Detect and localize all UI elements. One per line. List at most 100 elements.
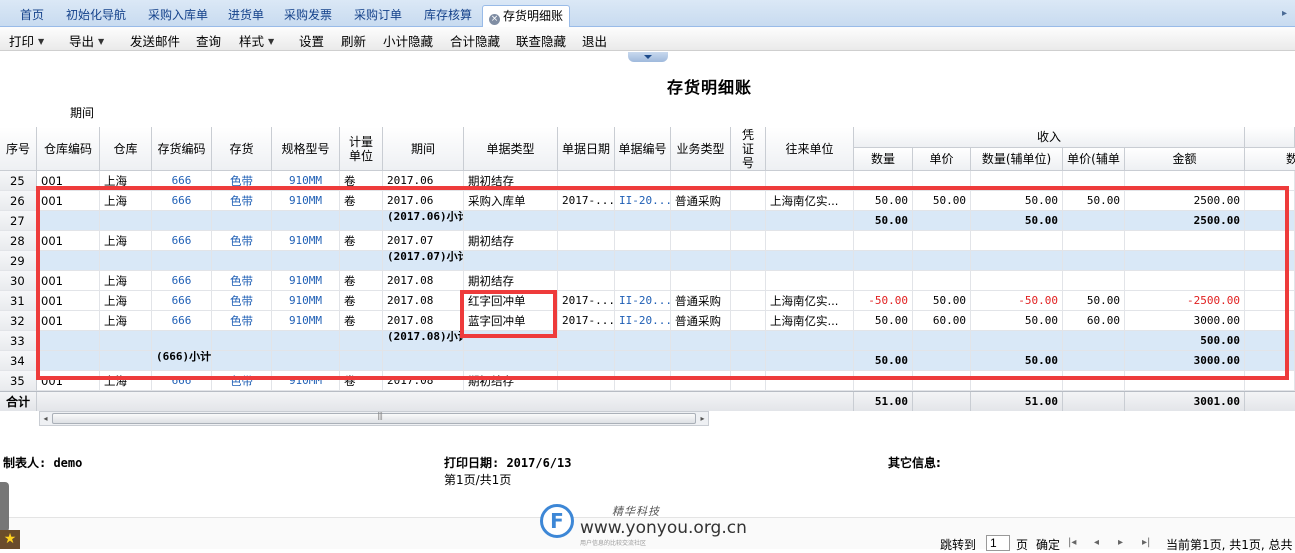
cell-biz: 普通采购 <box>671 291 731 311</box>
cell-next <box>1245 271 1295 291</box>
total-hide-button[interactable]: 合计隐藏 <box>450 31 500 50</box>
tab-stock-in[interactable]: 进货单 <box>220 5 272 27</box>
prev-page-icon[interactable]: ◂ <box>1094 537 1099 548</box>
col-next-header[interactable]: 数 <box>1245 148 1295 171</box>
table-row[interactable]: 30 001 上海 666 色带 910MM 卷 2017.08 期初结存 <box>0 271 1295 291</box>
cell-pa <box>1063 271 1125 291</box>
cell-doc: 红字回冲单 <box>464 291 558 311</box>
first-page-icon[interactable]: |◂ <box>1068 537 1076 548</box>
cell-inv <box>152 331 212 351</box>
col-qty-header[interactable]: 数量 <box>854 148 913 171</box>
col-seq-header[interactable]: 序号 <box>0 127 37 171</box>
cell-doc: 期初结存 <box>464 171 558 191</box>
subtotal-row[interactable]: 29 (2017.07)小计: <box>0 251 1295 271</box>
cell-qty: -50.00 <box>854 291 913 311</box>
close-icon[interactable]: × <box>488 14 500 25</box>
cell-wh: 001 <box>37 311 100 331</box>
cell-invn: 色带 <box>212 291 272 311</box>
total-label: 合计 <box>0 392 37 411</box>
cell-partner <box>766 211 854 231</box>
style-button[interactable]: 样式 ▼ <box>239 31 274 50</box>
cell-qty <box>854 331 913 351</box>
table-row[interactable]: 35 001 上海 666 色带 910MM 卷 2017.08 期初结存 <box>0 371 1295 391</box>
tab-scroll-right-icon[interactable]: ▸ <box>1282 7 1292 21</box>
tab-purchase-order[interactable]: 采购订单 <box>346 5 410 27</box>
watermark: F 精华科技 www.yonyou.org.cn 用户信息的比较交流社区 <box>540 500 760 547</box>
col-doc-date-header[interactable]: 单据日期 <box>558 127 615 171</box>
tab-init-nav[interactable]: 初始化导航 <box>58 5 134 27</box>
refresh-button[interactable]: 刷新 <box>341 31 366 50</box>
tab-purchase-invoice[interactable]: 采购发票 <box>276 5 340 27</box>
cell-qa: -50.00 <box>971 291 1063 311</box>
col-doc-no-header[interactable]: 单据编号 <box>615 127 671 171</box>
subtotal-row[interactable]: 27 (2017.06)小计: 50.00 50.00 2500.00 <box>0 211 1295 231</box>
settings-button[interactable]: 设置 <box>299 31 324 50</box>
cell-invn: 色带 <box>212 371 272 391</box>
row-number: 25 <box>0 171 37 191</box>
col-partner-header[interactable]: 往来单位 <box>766 127 854 171</box>
cell-next <box>1245 351 1295 371</box>
cell-partner: 上海南亿实... <box>766 311 854 331</box>
col-price-header[interactable]: 单价 <box>913 148 971 171</box>
col-unit-header[interactable]: 计量单位 <box>340 127 383 171</box>
cell-partner <box>766 171 854 191</box>
col-voucher-header[interactable]: 凭证号 <box>731 127 766 171</box>
cell-whn <box>100 211 152 231</box>
col-inventory-header[interactable]: 存货 <box>212 127 272 171</box>
cell-period: 2017.08 <box>383 271 464 291</box>
col-period-header[interactable]: 期间 <box>383 127 464 171</box>
scroll-thumb[interactable] <box>52 411 696 424</box>
cell-unit: 卷 <box>340 311 383 331</box>
col-warehouse-header[interactable]: 仓库 <box>100 127 152 171</box>
cell-biz <box>671 231 731 251</box>
table-row[interactable]: 32 001 上海 666 色带 910MM 卷 2017.08 蓝字回冲单 2017-... II… <box>0 311 1295 331</box>
confirm-button[interactable]: 确定 <box>1036 536 1060 553</box>
table-row[interactable]: 26 001 上海 666 色带 910MM 卷 2017.06 采购入库单 2017-... II… <box>0 191 1295 211</box>
cell-no <box>615 171 671 191</box>
col-biz-type-header[interactable]: 业务类型 <box>671 127 731 171</box>
table-row[interactable]: 31 001 上海 666 色带 910MM 卷 2017.08 红字回冲单 2017-... II… <box>0 291 1295 311</box>
cell-period: 2017.06 <box>383 171 464 191</box>
col-receipt-group-header: 收入 <box>854 127 1245 148</box>
subtotal-hide-button[interactable]: 小计隐藏 <box>383 31 433 50</box>
cell-wh: 001 <box>37 171 100 191</box>
link-hide-button[interactable]: 联查隐藏 <box>516 31 566 50</box>
tab-purchase-receipt[interactable]: 采购入库单 <box>140 5 216 27</box>
col-doc-type-header[interactable]: 单据类型 <box>464 127 558 171</box>
cell-no: II-20... <box>615 311 671 331</box>
export-button[interactable]: 导出 ▼ <box>69 31 104 50</box>
col-amount-header[interactable]: 金额 <box>1125 148 1245 171</box>
tab-inventory-accounting[interactable]: 库存核算 <box>416 5 480 27</box>
cell-next <box>1245 171 1295 191</box>
col-wh-code-header[interactable]: 仓库编码 <box>37 127 100 171</box>
collapse-toggle[interactable] <box>628 52 668 62</box>
cell-doc: 期初结存 <box>464 371 558 391</box>
subtotal-row[interactable]: 34 (666)小计: 50.00 50.00 3000.00 <box>0 351 1295 371</box>
cell-no <box>615 271 671 291</box>
table-row[interactable]: 25 001 上海 666 色带 910MM 卷 2017.06 期初结存 <box>0 171 1295 191</box>
subtotal-row[interactable]: 33 (2017.08)小计: 500.00 <box>0 331 1295 351</box>
horizontal-scrollbar[interactable]: ◂ ▸ <box>39 411 709 426</box>
scroll-left-icon[interactable]: ◂ <box>41 414 50 423</box>
table-row[interactable]: 28 001 上海 666 色带 910MM 卷 2017.07 期初结存 <box>0 231 1295 251</box>
cell-pa <box>1063 231 1125 251</box>
next-page-icon[interactable]: ▸ <box>1118 537 1123 548</box>
exit-button[interactable]: 退出 <box>582 31 607 50</box>
cell-doc <box>464 331 558 351</box>
query-button[interactable]: 查询 <box>196 31 221 50</box>
col-qty-aux-header[interactable]: 数量(辅单位) <box>971 148 1063 171</box>
tab-inventory-ledger[interactable]: × 存货明细账 <box>482 5 570 27</box>
side-drawer-handle[interactable] <box>0 482 9 532</box>
scroll-right-icon[interactable]: ▸ <box>698 414 707 423</box>
star-icon[interactable]: ★ <box>0 530 20 549</box>
cell-pa: 60.00 <box>1063 311 1125 331</box>
period-label: 期间 <box>70 106 95 120</box>
cell-unit: 卷 <box>340 231 383 251</box>
last-page-icon[interactable]: ▸| <box>1142 537 1150 548</box>
col-price-aux-header[interactable]: 单价(辅单 <box>1063 148 1125 171</box>
tab-home[interactable]: 首页 <box>10 5 54 27</box>
print-button[interactable]: 打印 ▼ <box>9 31 44 50</box>
col-spec-header[interactable]: 规格型号 <box>272 127 340 171</box>
send-email-button[interactable]: 发送邮件 <box>130 31 180 50</box>
col-inv-code-header[interactable]: 存货编码 <box>152 127 212 171</box>
